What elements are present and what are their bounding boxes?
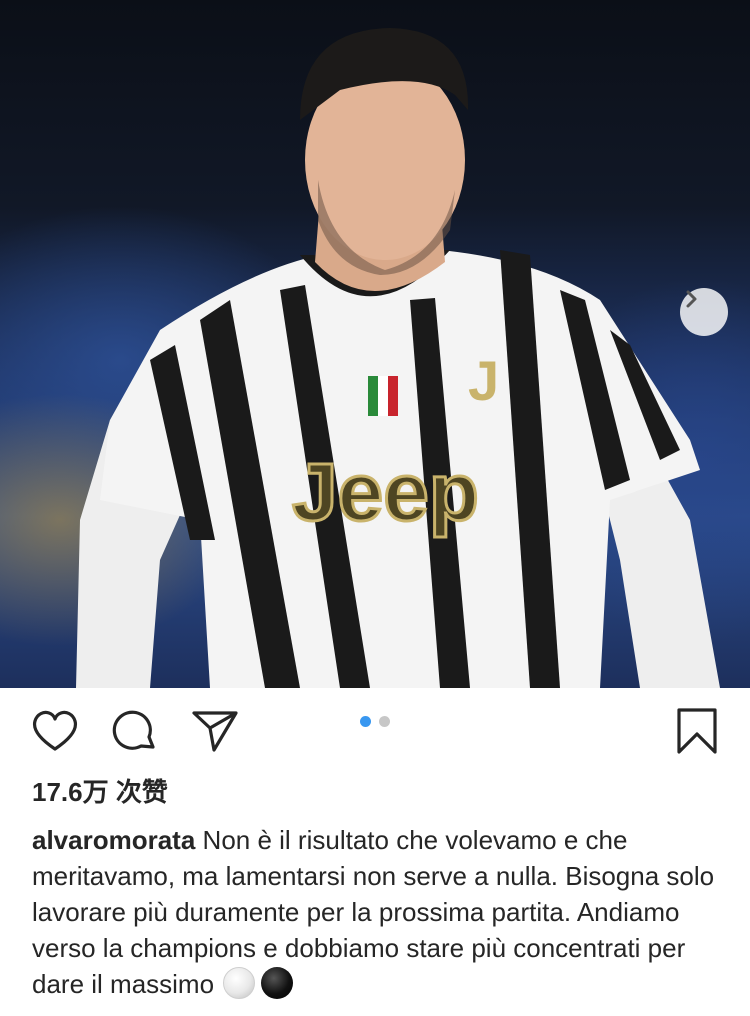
chevron-right-icon [686, 290, 697, 308]
carousel-dot [379, 716, 390, 727]
italy-shield-icon [368, 376, 398, 416]
heart-icon [32, 710, 78, 751]
share-button[interactable] [190, 706, 240, 756]
club-crest: J [468, 349, 499, 412]
post-caption: alvaromorata Non è il risultato che vole… [32, 822, 722, 1002]
carousel-dot-active [360, 716, 371, 727]
post-photo[interactable]: Jeep J [0, 0, 750, 688]
carousel-indicator [360, 716, 390, 727]
comment-bubble-icon [112, 710, 155, 750]
white-circle-emoji [223, 967, 256, 999]
next-photo-button[interactable] [680, 288, 728, 336]
black-circle-emoji [261, 967, 294, 999]
player-illustration: Jeep J [76, 28, 720, 688]
save-button[interactable] [672, 706, 722, 756]
caption-username[interactable]: alvaromorata [32, 825, 195, 855]
bookmark-icon [677, 708, 717, 754]
instagram-post: Jeep J 17.6万 次赞 alvaromorata Non è il ri… [0, 0, 750, 1016]
like-button[interactable] [30, 706, 80, 756]
comment-button[interactable] [110, 706, 160, 756]
like-count[interactable]: 17.6万 次赞 [32, 772, 168, 809]
sponsor-logo: Jeep [292, 447, 479, 538]
action-bar [0, 688, 750, 776]
paper-plane-icon [192, 711, 238, 752]
